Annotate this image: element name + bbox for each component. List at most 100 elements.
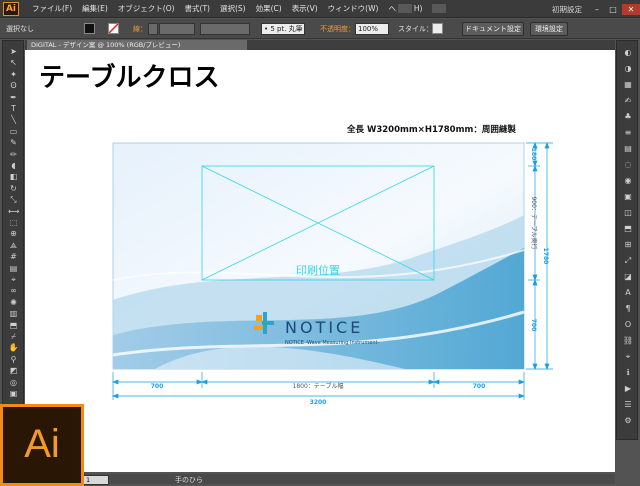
menu-item[interactable]: ウィンドウ(W): [323, 3, 384, 14]
navigator-icon[interactable]: ⌖: [622, 351, 634, 362]
links-icon[interactable]: ⛓: [622, 335, 634, 346]
minimize-icon[interactable]: –: [590, 4, 604, 15]
arrange-documents-icon[interactable]: [431, 3, 447, 14]
fill-stroke-icon[interactable]: ◩: [8, 366, 19, 375]
gradient-tool-icon[interactable]: ▤: [8, 264, 19, 273]
actions-icon[interactable]: ▶: [622, 383, 634, 394]
logo-mark: [263, 312, 267, 334]
document-tab-bar: DIGITAL - デザイン案 @ 100% (RGB/プレビュー): [25, 40, 615, 50]
tools-panel: ➤ ↖ ✦ ʘ ✒ T ╲ ▭ ✎ ✏ ◖ ◧ ↻ ⤡ ⟷ ⬚ ⊕ ⟁ # ▤ ⌖ ∞ ✺ ▥ ⬒ ⌿ ✋ ⚲ ◩ ◎ ▣: [2, 40, 24, 405]
preferences-button[interactable]: 環境設定: [530, 22, 568, 36]
line-tool-icon[interactable]: ╲: [8, 115, 19, 124]
perspective-grid-icon[interactable]: ⟁: [8, 241, 19, 250]
logo-wordmark: NOTICE: [285, 318, 363, 337]
logo-mark: [254, 326, 263, 330]
artboard-tool-icon[interactable]: ⬒: [8, 321, 19, 330]
hand-tool-icon[interactable]: ✋: [8, 343, 19, 352]
canvas[interactable]: テーブルクロス 全長 W3200mm×H1780mm：周囲縫製 印刷位置 NOT…: [25, 50, 615, 472]
lasso-tool-icon[interactable]: ʘ: [8, 81, 19, 90]
menu-bar: Ai ファイル(F) 編集(E) オブジェクト(O) 書式(T) 選択(S) 効果(C) 表…: [0, 0, 640, 18]
slice-tool-icon[interactable]: ⌿: [8, 332, 19, 341]
zoom-input[interactable]: 1: [83, 475, 109, 485]
paragraph-icon[interactable]: ¶: [622, 303, 634, 314]
page-heading: テーブルクロス: [39, 62, 219, 93]
selection-status: 選択なし: [6, 25, 34, 33]
info-icon[interactable]: ℹ: [622, 367, 634, 378]
fill-swatch[interactable]: [84, 23, 95, 34]
app-logo: Ai: [3, 1, 19, 16]
menu-item[interactable]: 効果(C): [251, 3, 287, 14]
graphic-style-swatch[interactable]: [432, 23, 443, 34]
shape-builder-icon[interactable]: ⊕: [8, 229, 19, 238]
artboards-icon[interactable]: ⬒: [622, 223, 634, 234]
color-panel-icon[interactable]: ◐: [622, 47, 634, 58]
type-tool-icon[interactable]: T: [8, 104, 19, 113]
character-icon[interactable]: A: [622, 287, 634, 298]
document-info-icon[interactable]: ☰: [622, 399, 634, 410]
screen-mode-icon[interactable]: ▣: [8, 389, 19, 398]
magic-wand-tool-icon[interactable]: ✦: [8, 70, 19, 79]
menu-items: ファイル(F) 編集(E) オブジェクト(O) 書式(T) 選択(S) 効果(C) 表示(V…: [27, 3, 427, 14]
eyedropper-tool-icon[interactable]: ⌖: [8, 275, 19, 284]
graphic-styles-icon[interactable]: ▣: [622, 191, 634, 202]
brushes-icon[interactable]: ✍: [622, 95, 634, 106]
free-transform-icon[interactable]: ⬚: [8, 218, 19, 227]
document-setup-button[interactable]: ドキュメント設定: [462, 22, 524, 36]
direct-selection-tool-icon[interactable]: ↖: [8, 58, 19, 67]
close-icon[interactable]: ✕: [622, 3, 640, 15]
variable-width-dropdown[interactable]: [200, 23, 250, 35]
artboard[interactable]: テーブルクロス 全長 W3200mm×H1780mm：周囲縫製 印刷位置 NOT…: [25, 50, 615, 472]
opentype-icon[interactable]: O: [622, 319, 634, 330]
menu-item[interactable]: 表示(V): [287, 3, 323, 14]
tablecloth-design[interactable]: 印刷位置 NOTICE NOTICE -Wave Measuring Instr…: [112, 142, 525, 370]
width-tool-icon[interactable]: ⟷: [8, 207, 19, 216]
dim-total-height: 1780: [542, 248, 549, 265]
brush-definition-dropdown[interactable]: • 5 pt. 丸筆: [261, 23, 305, 35]
stroke-weight-dropdown[interactable]: [159, 23, 195, 35]
paintbrush-tool-icon[interactable]: ✎: [8, 138, 19, 147]
rectangle-tool-icon[interactable]: ▭: [8, 127, 19, 136]
pen-tool-icon[interactable]: ✒: [8, 93, 19, 102]
color-guide-icon[interactable]: ◑: [622, 63, 634, 74]
control-bar: 選択なし 線： • 5 pt. 丸筆 不透明度： 100% スタイル： ドキュメ…: [0, 19, 640, 39]
mesh-tool-icon[interactable]: #: [8, 252, 19, 261]
eraser-tool-icon[interactable]: ◧: [8, 172, 19, 181]
pencil-tool-icon[interactable]: ✏: [8, 150, 19, 159]
swatches-icon[interactable]: ▦: [622, 79, 634, 90]
blend-tool-icon[interactable]: ∞: [8, 286, 19, 295]
opacity-input[interactable]: 100%: [355, 23, 389, 35]
bridge-icon[interactable]: [397, 3, 413, 14]
appearance-icon[interactable]: ◉: [622, 175, 634, 186]
blob-brush-icon[interactable]: ◖: [8, 161, 19, 170]
gradient-panel-icon[interactable]: ▤: [622, 143, 634, 154]
selection-tool-icon[interactable]: ➤: [8, 47, 19, 56]
transform-icon[interactable]: ⤢: [622, 255, 634, 266]
align-icon[interactable]: ⊞: [622, 239, 634, 250]
zoom-tool-icon[interactable]: ⚲: [8, 355, 19, 364]
menu-item[interactable]: ファイル(F): [27, 3, 77, 14]
column-graph-icon[interactable]: ▥: [8, 309, 19, 318]
layers-icon[interactable]: ◫: [622, 207, 634, 218]
stroke-panel-icon[interactable]: ≡: [622, 127, 634, 138]
maximize-icon[interactable]: □: [606, 4, 620, 15]
rotate-tool-icon[interactable]: ↻: [8, 184, 19, 193]
illustrator-logo: Ai: [0, 404, 84, 486]
style-label: スタイル：: [398, 25, 433, 33]
workspace-switcher[interactable]: 初期設定: [552, 4, 582, 15]
stroke-swatch[interactable]: [108, 23, 119, 34]
document-tab[interactable]: DIGITAL - デザイン案 @ 100% (RGB/プレビュー): [27, 40, 247, 50]
scale-tool-icon[interactable]: ⤡: [8, 195, 19, 204]
drawing-modes-icon[interactable]: ◎: [8, 378, 19, 387]
transparency-icon[interactable]: ◌: [622, 159, 634, 170]
menu-item[interactable]: オブジェクト(O): [113, 3, 180, 14]
menu-item[interactable]: 選択(S): [215, 3, 251, 14]
symbols-icon[interactable]: ♣: [622, 111, 634, 122]
attributes-icon[interactable]: ⚙: [622, 415, 634, 426]
symbol-sprayer-icon[interactable]: ✺: [8, 298, 19, 307]
opacity-label: 不透明度：: [320, 25, 355, 33]
menu-item[interactable]: 編集(E): [77, 3, 113, 14]
stroke-weight-stepper[interactable]: [148, 23, 158, 35]
spec-text: 全長 W3200mm×H1780mm：周囲縫製: [346, 124, 516, 135]
menu-item[interactable]: 書式(T): [180, 3, 215, 14]
pathfinder-icon[interactable]: ◪: [622, 271, 634, 282]
